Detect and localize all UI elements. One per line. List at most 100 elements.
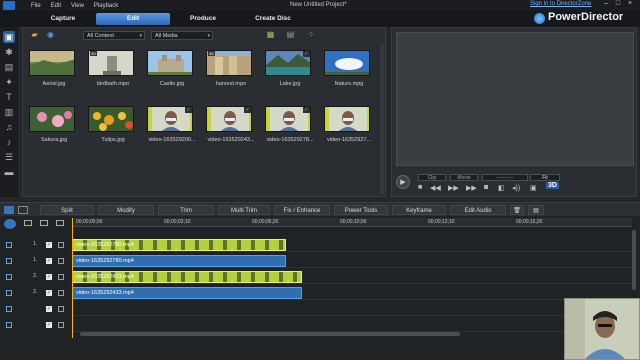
more-tools-icon[interactable]: ▤: [528, 205, 544, 215]
import-folder-icon[interactable]: ▰: [29, 30, 40, 40]
media-clip[interactable]: ✓ video-163529243...: [206, 106, 256, 143]
play-button[interactable]: ▶: [396, 175, 410, 189]
lock-all-icon[interactable]: [40, 220, 48, 226]
timeline-hscrollbar[interactable]: [80, 332, 460, 336]
clip-thumbnail[interactable]: [324, 50, 370, 76]
track-manager-icon[interactable]: [4, 219, 16, 229]
menu-view[interactable]: View: [71, 3, 84, 9]
track-enable-checkbox[interactable]: ✓: [46, 322, 52, 328]
media-clip[interactable]: ✓ Lake.jpg: [265, 50, 315, 87]
audio-mixing-icon[interactable]: ♫: [3, 121, 15, 133]
timecode-field[interactable]: --:--:--:--: [482, 174, 528, 181]
power-tools-button[interactable]: Power Tools: [334, 205, 388, 215]
stop-icon[interactable]: ■: [418, 184, 422, 191]
pip-room-icon[interactable]: ▤: [3, 61, 15, 73]
timeline-audio-clip[interactable]: video-1635292433.mp4: [72, 287, 302, 299]
title-room-icon[interactable]: T: [3, 91, 15, 103]
timeline-video-clip[interactable]: video-1635292780.mp4: [72, 239, 286, 251]
multi-trim-button[interactable]: Multi Trim: [218, 205, 270, 215]
fullscreen-icon[interactable]: ▣: [530, 184, 537, 192]
timeline-video-clip[interactable]: video-1635292433.mp4: [72, 271, 302, 283]
maximize-button[interactable]: □: [612, 0, 624, 10]
timeline-vscrollbar[interactable]: [632, 230, 636, 290]
keyframe-button[interactable]: Keyframe: [392, 205, 446, 215]
download-media-icon[interactable]: ◉: [45, 30, 56, 40]
track-lock-icon[interactable]: [58, 258, 64, 264]
media-clip[interactable]: ✓ video-163529278...: [265, 106, 315, 143]
track-lock-icon[interactable]: [58, 242, 64, 248]
library-menu-icon[interactable]: ▦: [265, 30, 276, 40]
clip-thumbnail[interactable]: [88, 106, 134, 132]
edit-audio-button[interactable]: Edit Audio: [450, 205, 506, 215]
media-clip[interactable]: Nature.mpg: [324, 50, 374, 87]
track-enable-checkbox[interactable]: ✓: [46, 306, 52, 312]
media-clip[interactable]: 3D harvest.mpo: [206, 50, 256, 87]
media-room-icon[interactable]: ▣: [3, 31, 15, 43]
track-row[interactable]: [72, 318, 632, 332]
clip-thumbnail[interactable]: ✓: [265, 106, 311, 132]
fast-forward-icon[interactable]: ▶▶: [466, 184, 477, 192]
media-clip[interactable]: 3D birdbath.mpo: [88, 50, 138, 87]
ruler-settings-icon[interactable]: [24, 220, 32, 226]
menu-edit[interactable]: Edit: [51, 3, 61, 9]
previous-frame-icon[interactable]: ◀◀: [430, 184, 441, 192]
track-lock-icon[interactable]: [58, 322, 64, 328]
voiceover-icon[interactable]: ♪: [3, 136, 15, 148]
3d-mode-button[interactable]: 3D: [546, 182, 559, 189]
tab-create-disc[interactable]: Create Disc: [240, 13, 306, 25]
zoom-fit-dropdown[interactable]: Fit: [530, 174, 560, 181]
timeline-audio-clip[interactable]: video-1635292780.mp4: [72, 255, 286, 267]
media-filter-dropdown[interactable]: All Media ▾: [151, 31, 213, 40]
next-frame-icon[interactable]: ▶▶: [448, 184, 459, 192]
timeline-ruler[interactable]: 00;00;00;00 00;00;03;10 00;00;06;20 00;00;1…: [72, 218, 632, 227]
movie-mode-button[interactable]: Movie: [450, 174, 478, 181]
fix-enhance-button[interactable]: Fix / Enhance: [274, 205, 330, 215]
chapter-room-icon[interactable]: ☰: [3, 151, 15, 163]
explorer-view-icon[interactable]: ▤: [285, 30, 296, 40]
media-clip[interactable]: Tulips.jpg: [88, 106, 138, 143]
track-enable-checkbox[interactable]: ✓: [46, 258, 52, 264]
track-enable-checkbox[interactable]: ✓: [46, 290, 52, 296]
tab-edit[interactable]: Edit: [96, 13, 170, 25]
particle-room-icon[interactable]: ✦: [3, 76, 15, 88]
media-clip[interactable]: Sakura.jpg: [29, 106, 79, 143]
subtitle-room-icon[interactable]: ▬: [3, 166, 15, 178]
timeline-view-icon[interactable]: [4, 206, 14, 214]
clip-thumbnail[interactable]: [29, 50, 75, 76]
split-button[interactable]: Split: [40, 205, 94, 215]
track-lock-icon[interactable]: [58, 274, 64, 280]
storyboard-view-icon[interactable]: [18, 206, 28, 214]
clip-mode-button[interactable]: Clip: [418, 174, 446, 181]
minimize-button[interactable]: –: [600, 0, 612, 10]
delete-icon[interactable]: 🗑: [510, 205, 524, 215]
undock-icon[interactable]: ◧: [498, 184, 505, 192]
close-button[interactable]: ×: [624, 0, 636, 10]
track-lock-icon[interactable]: [58, 306, 64, 312]
snapshot-icon[interactable]: ◙: [484, 184, 488, 191]
effect-room-icon[interactable]: ✱: [3, 46, 15, 58]
clip-thumbnail[interactable]: ✓: [147, 106, 193, 132]
clip-thumbnail[interactable]: ✓: [206, 106, 252, 132]
media-clip[interactable]: video-16352927...: [324, 106, 374, 143]
menu-file[interactable]: File: [31, 3, 41, 9]
content-filter-dropdown[interactable]: All Content ▾: [83, 31, 145, 40]
clip-thumbnail[interactable]: [147, 50, 193, 76]
transition-room-icon[interactable]: ▥: [3, 106, 15, 118]
tab-capture[interactable]: Capture: [38, 13, 88, 25]
modify-button[interactable]: Modify: [98, 205, 154, 215]
clip-thumbnail[interactable]: 3D: [88, 50, 134, 76]
media-clip[interactable]: ✓ video-163529200...: [147, 106, 197, 143]
signin-link[interactable]: Sign in to DirectorZone: [530, 1, 591, 7]
track-row[interactable]: [72, 302, 632, 316]
thumbnail-size-icon[interactable]: ⁘: [306, 30, 317, 40]
timeline-playhead[interactable]: [72, 218, 73, 338]
track-lock-icon[interactable]: [58, 290, 64, 296]
track-enable-checkbox[interactable]: ✓: [46, 242, 52, 248]
clip-thumbnail[interactable]: ✓: [265, 50, 311, 76]
trim-button[interactable]: Trim: [158, 205, 214, 215]
tab-produce[interactable]: Produce: [178, 13, 228, 25]
menu-playback[interactable]: Playback: [94, 3, 118, 9]
clip-thumbnail[interactable]: [29, 106, 75, 132]
media-clip[interactable]: Aerial.jpg: [29, 50, 79, 87]
audio-all-icon[interactable]: [56, 220, 64, 226]
